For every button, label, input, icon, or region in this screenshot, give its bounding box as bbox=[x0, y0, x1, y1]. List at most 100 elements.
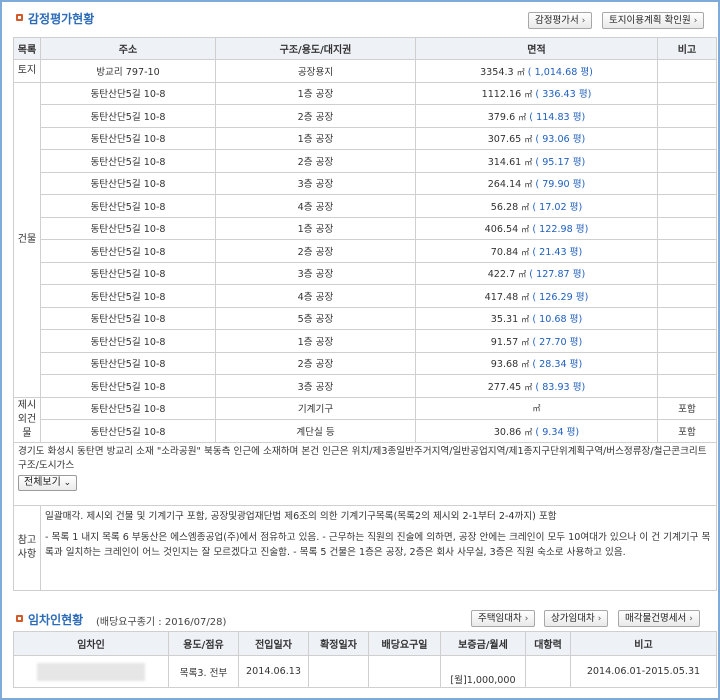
building-row: 동탄산단5길 10-8 3층 공장 264.14 ㎡ ( 79.90 평) bbox=[14, 171, 717, 195]
building-structure: 2층 공장 bbox=[215, 149, 416, 173]
area-unit: ㎡ bbox=[524, 382, 533, 392]
house-lease-button[interactable]: 주택임대차 › bbox=[471, 610, 536, 627]
building-address: 동탄산단5길 10-8 bbox=[40, 126, 216, 150]
building-note bbox=[657, 171, 717, 195]
col-use: 용도/점유 bbox=[168, 631, 239, 656]
building-area: 422.7 ㎡ ( 127.87 평) bbox=[415, 261, 658, 285]
appraisal-doc-button[interactable]: 감정평가서 › bbox=[528, 12, 593, 29]
building-row: 동탄산단5길 10-8 1층 공장 307.65 ㎡ ( 93.06 평) bbox=[14, 126, 717, 150]
commercial-lease-button[interactable]: 상가임대차 › bbox=[544, 610, 609, 627]
area-unit: ㎡ bbox=[521, 292, 530, 302]
building-row: 동탄산단5길 10-8 2층 공장 93.68 ㎡ ( 28.34 평) bbox=[14, 351, 717, 375]
building-area-value: 56.28 bbox=[490, 201, 519, 213]
building-note bbox=[657, 81, 717, 105]
reference-notes-cell: 일괄매각. 제시외 건물 및 기계기구 포함, 공장및광업재단법 제6조의 의한… bbox=[40, 504, 717, 591]
building-area-pyeong: ( 21.43 평) bbox=[532, 246, 583, 258]
tenant-use: 목록3. 전부 bbox=[168, 655, 239, 688]
building-address: 동탄산단5길 10-8 bbox=[40, 374, 216, 398]
col-deposit: 보증금/월세 bbox=[440, 631, 526, 656]
building-note bbox=[657, 284, 717, 308]
building-address: 동탄산단5길 10-8 bbox=[40, 149, 216, 173]
building-structure: 5층 공장 bbox=[215, 306, 416, 330]
sale-specification-button[interactable]: 매각물건명세서 › bbox=[618, 610, 700, 627]
tenant-note: 2014.06.01-2015.05.31 bbox=[570, 655, 717, 688]
area-unit: ㎡ bbox=[518, 112, 527, 122]
appraisal-doc-label: 감정평가서 bbox=[535, 15, 579, 26]
building-structure: 3층 공장 bbox=[215, 261, 416, 285]
tenant-table: 임차인 용도/점유 전입일자 확정일자 배당요구일 보증금/월세 대항력 비고 … bbox=[13, 631, 717, 688]
tenant-deposit: [월]1,000,000 bbox=[440, 655, 526, 688]
excluded-structure: 계단실 등 bbox=[215, 419, 416, 443]
building-area: 406.54 ㎡ ( 122.98 평) bbox=[415, 216, 658, 240]
tenant-row: 목록3. 전부 2014.06.13 [월]1,000,000 2014.06.… bbox=[13, 655, 717, 688]
land-note bbox=[657, 59, 717, 83]
area-unit: ㎡ bbox=[521, 202, 530, 212]
reference-notes-category: 참고사항 bbox=[13, 504, 41, 591]
excluded-address: 동탄산단5길 10-8 bbox=[40, 396, 216, 420]
area-unit: ㎡ bbox=[524, 90, 533, 100]
area-unit: ㎡ bbox=[521, 337, 530, 347]
building-area-value: 1112.16 bbox=[481, 89, 522, 101]
building-area: 417.48 ㎡ ( 126.29 평) bbox=[415, 284, 658, 308]
reference-notes-row: 참고사항 일괄매각. 제시외 건물 및 기계기구 포함, 공장및광업재단법 제6조… bbox=[13, 504, 717, 591]
chevron-right-icon: › bbox=[581, 16, 586, 26]
building-area: 56.28 ㎡ ( 17.02 평) bbox=[415, 194, 658, 218]
building-note bbox=[657, 216, 717, 240]
building-structure: 1층 공장 bbox=[215, 81, 416, 105]
building-address: 동탄산단5길 10-8 bbox=[40, 194, 216, 218]
building-area-pyeong: ( 83.93 평) bbox=[535, 381, 586, 393]
building-structure: 1층 공장 bbox=[215, 216, 416, 240]
building-row: 동탄산단5길 10-8 1층 공장 406.54 ㎡ ( 122.98 평) bbox=[14, 216, 717, 240]
building-note bbox=[657, 104, 717, 128]
excluded-note: 포함 bbox=[657, 419, 717, 443]
tenant-fixed-date bbox=[308, 655, 369, 688]
building-note bbox=[657, 194, 717, 218]
excluded-building-row: 제시외건물 동탄산단5길 10-8 기계기구 ㎡ 포함 bbox=[13, 396, 717, 443]
building-address: 동탄산단5길 10-8 bbox=[40, 171, 216, 195]
building-row: 건물 동탄산단5길 10-8 1층 공장 1112.16 ㎡ ( 336.43 평) bbox=[13, 81, 717, 398]
area-unit: ㎡ bbox=[518, 270, 527, 280]
building-address: 동탄산단5길 10-8 bbox=[40, 104, 216, 128]
building-area-value: 417.48 bbox=[484, 291, 519, 303]
excluded-category: 제시외건물 bbox=[13, 396, 41, 443]
tenant-opposing bbox=[525, 655, 571, 688]
land-area-pyeong: ( 1,014.68 평) bbox=[527, 66, 593, 78]
building-structure: 3층 공장 bbox=[215, 374, 416, 398]
land-area-value: 3354.3 bbox=[480, 66, 514, 78]
building-address: 동탄산단5길 10-8 bbox=[40, 261, 216, 285]
location-memo-row: 경기도 화성시 동탄면 방교리 소재 "소라공원" 북동측 인근에 소재하며 본… bbox=[13, 441, 717, 506]
area-unit: ㎡ bbox=[521, 360, 530, 370]
chevron-right-icon: › bbox=[693, 16, 698, 26]
building-area-pyeong: ( 93.06 평) bbox=[535, 134, 586, 146]
area-unit: ㎡ bbox=[516, 67, 525, 77]
building-area-value: 264.14 bbox=[487, 179, 522, 191]
tenant-title: 임차인현황 bbox=[28, 613, 84, 627]
building-structure: 2층 공장 bbox=[215, 239, 416, 263]
section-bullet-icon bbox=[16, 14, 23, 21]
col-address: 주소 bbox=[40, 37, 216, 60]
area-unit: ㎡ bbox=[524, 427, 533, 437]
view-all-dropdown[interactable]: 전체보기 ⌄ bbox=[18, 474, 78, 491]
building-structure: 3층 공장 bbox=[215, 171, 416, 195]
land-structure: 공장용지 bbox=[215, 59, 416, 83]
building-area-value: 379.6 bbox=[487, 111, 516, 123]
excluded-area: 30.86 ㎡ ( 9.34 평) bbox=[415, 419, 658, 443]
building-area-pyeong: ( 28.34 평) bbox=[532, 359, 583, 371]
area-unit: ㎡ bbox=[521, 315, 530, 325]
land-area: 3354.3 ㎡ ( 1,014.68 평) bbox=[415, 59, 658, 83]
building-area-pyeong: ( 95.17 평) bbox=[535, 156, 586, 168]
col-area: 면적 bbox=[415, 37, 658, 60]
area-unit: ㎡ bbox=[521, 247, 530, 257]
appraisal-title: 감정평가현황 bbox=[28, 12, 95, 26]
building-area-pyeong: ( 79.90 평) bbox=[535, 179, 586, 191]
building-note bbox=[657, 239, 717, 263]
building-address: 동탄산단5길 10-8 bbox=[40, 216, 216, 240]
land-use-plan-button[interactable]: 토지이용계획 확인원 › bbox=[602, 12, 705, 29]
building-area-pyeong: ( 10.68 평) bbox=[532, 314, 583, 326]
building-area: 70.84 ㎡ ( 21.43 평) bbox=[415, 239, 658, 263]
building-area-value: 406.54 bbox=[484, 224, 519, 236]
section-bullet-icon bbox=[16, 615, 23, 622]
auction-detail-panel: 감정평가현황 감정평가서 › 토지이용계획 확인원 › 목록 주소 구조/용도/대지… bbox=[0, 0, 720, 700]
tenant-header-row: 임차인 용도/점유 전입일자 확정일자 배당요구일 보증금/월세 대항력 비고 bbox=[13, 631, 717, 656]
building-area: 307.65 ㎡ ( 93.06 평) bbox=[415, 126, 658, 150]
